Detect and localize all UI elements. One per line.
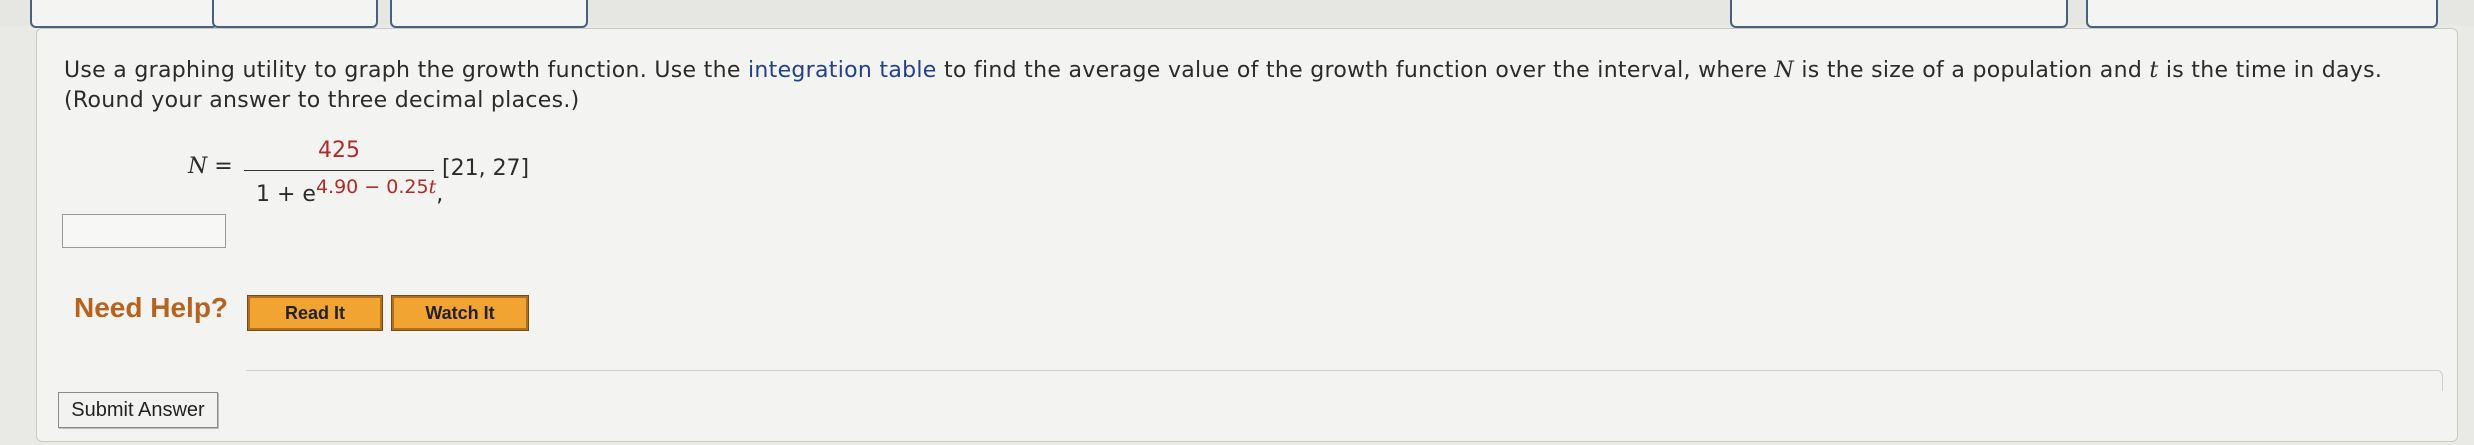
exponent-constant: 4.90 − 0.25 — [315, 176, 429, 198]
formula-comma: , — [436, 182, 444, 207]
formula-denominator: 1 + e4.90 − 0.25t, — [256, 174, 443, 207]
top-tab-my-notes[interactable] — [390, 0, 588, 28]
formula-numerator: 425 — [318, 138, 360, 163]
denominator-base: 1 + e — [256, 182, 316, 207]
top-tab-ask-teacher[interactable] — [1730, 0, 2068, 28]
top-tab-practice-another[interactable] — [2086, 0, 2438, 28]
formula-interval: [21, 27] — [442, 156, 530, 181]
question-text-part: Use a graphing utility to graph the grow… — [64, 58, 748, 83]
variable-n: N — [1774, 58, 1795, 83]
top-tab-points[interactable] — [30, 0, 218, 28]
formula-equals: = — [207, 154, 233, 179]
question-text: Use a graphing utility to graph the grow… — [64, 56, 2424, 116]
question-text-part: is the size of a population and — [1794, 58, 2150, 83]
variable-t: t — [2149, 58, 2159, 83]
need-help-label: Need Help? — [74, 292, 229, 323]
watch-it-button[interactable]: Watch It — [391, 295, 529, 331]
question-text-part: to find the average value of the growth … — [936, 58, 1775, 83]
top-tab-details[interactable] — [212, 0, 378, 28]
feedback-area — [246, 370, 2443, 391]
read-it-button[interactable]: Read It — [247, 295, 383, 331]
page: Use a graphing utility to graph the grow… — [0, 0, 2474, 445]
question-text-part: is the time in days. — [2158, 58, 2383, 83]
fraction-bar — [244, 170, 434, 171]
answer-input[interactable] — [62, 214, 226, 248]
submit-answer-button[interactable]: Submit Answer — [58, 392, 218, 428]
rounding-instruction: (Round your answer to three decimal plac… — [64, 88, 580, 113]
integration-table-link[interactable]: integration table — [748, 58, 937, 83]
formula-lhs: N = — [188, 154, 233, 179]
formula-variable-n: N — [188, 154, 208, 179]
denominator-exponent: 4.90 − 0.25t — [316, 176, 436, 198]
